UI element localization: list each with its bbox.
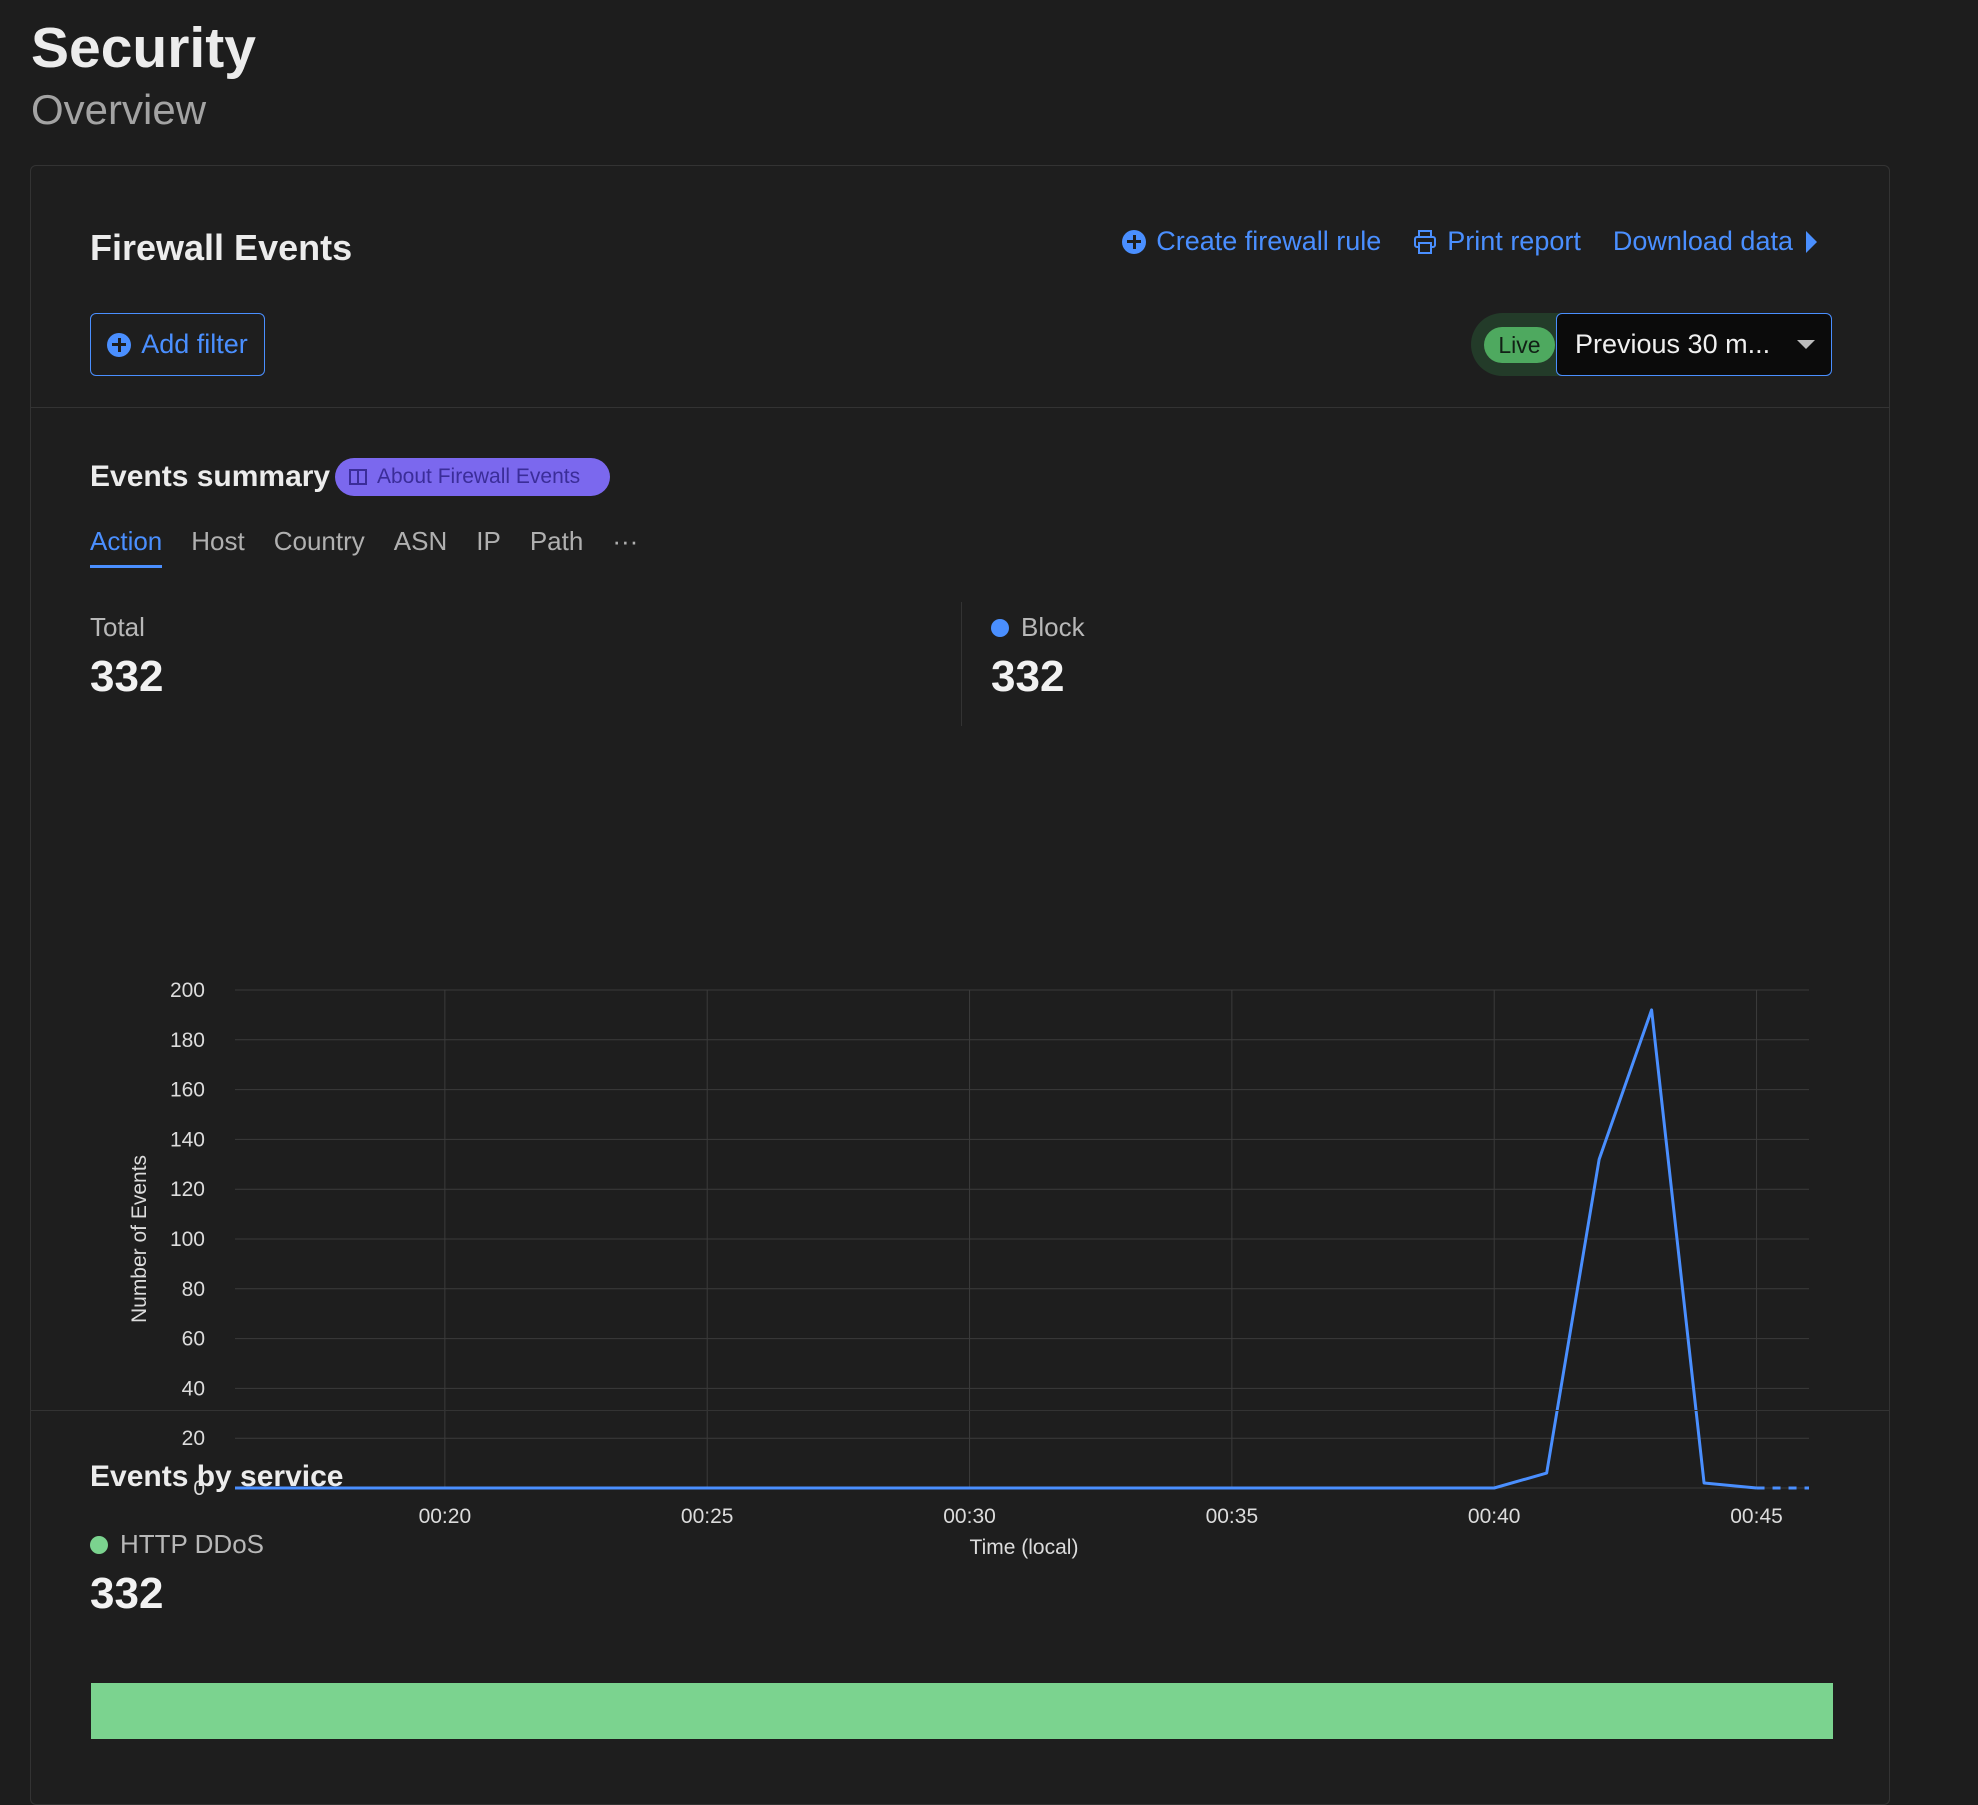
tab-path[interactable]: Path — [530, 526, 584, 568]
total-value: 332 — [90, 652, 164, 701]
y-tick-label: 20 — [182, 1427, 205, 1450]
y-tick-label: 160 — [170, 1079, 205, 1102]
service-label: HTTP DDoS — [120, 1529, 264, 1559]
y-tick-label: 100 — [170, 1228, 205, 1251]
firewall-events-card: Firewall Events Create firewall rule Pri… — [30, 165, 1890, 1805]
x-tick-label: 00:30 — [943, 1505, 996, 1528]
y-tick-label: 200 — [170, 979, 205, 1002]
events-line-chart: 02040608010012014016018020000:20 00:25 00:… — [128, 979, 1809, 1559]
caret-right-icon — [1806, 230, 1817, 253]
more-tabs-icon[interactable]: ··· — [612, 526, 638, 568]
download-data-label: Download data — [1612, 226, 1793, 256]
y-tick-label: 80 — [182, 1278, 205, 1301]
time-range-select[interactable]: Previous 30 m... — [1556, 313, 1832, 376]
block-dot-icon — [991, 618, 1009, 637]
y-tick-label: 140 — [170, 1128, 205, 1151]
y-tick-label: 180 — [170, 1029, 205, 1052]
events-by-service-title: Events by service — [90, 1460, 344, 1493]
plus-circle-icon — [107, 332, 132, 357]
download-data-link[interactable]: Download data — [1613, 226, 1819, 257]
card-title: Firewall Events — [90, 227, 353, 268]
about-firewall-events-link[interactable]: About Firewall Events — [335, 458, 610, 496]
x-tick-label: 00:20 — [419, 1505, 472, 1528]
create-firewall-rule-label: Create firewall rule — [1156, 226, 1382, 256]
page-title: Security — [31, 16, 256, 80]
live-badge[interactable]: Live — [1484, 327, 1555, 363]
divider — [31, 1410, 1889, 1411]
book-icon — [349, 469, 367, 485]
chevron-down-icon — [1797, 340, 1815, 349]
x-tick-label: 00:40 — [1468, 1505, 1521, 1528]
block-label: Block — [1021, 612, 1085, 642]
tab-asn[interactable]: ASN — [394, 526, 447, 568]
about-firewall-events-label: About Firewall Events — [377, 465, 581, 488]
divider — [31, 407, 1889, 408]
stat-divider — [961, 602, 962, 726]
print-report-label: Print report — [1447, 226, 1581, 256]
plus-circle-icon — [1122, 229, 1147, 254]
tab-country[interactable]: Country — [274, 526, 365, 568]
block-series-line — [235, 1008, 1757, 1490]
y-axis-title: Number of Events — [128, 1155, 151, 1323]
printer-icon — [1414, 229, 1437, 254]
y-tick-label: 60 — [182, 1328, 205, 1351]
service-dot-icon — [90, 1535, 108, 1554]
create-firewall-rule-link[interactable]: Create firewall rule — [1122, 226, 1381, 257]
print-report-link[interactable]: Print report — [1413, 226, 1581, 257]
service-value: 332 — [90, 1569, 164, 1618]
tab-action[interactable]: Action — [90, 526, 163, 568]
service-share-bar — [91, 1683, 1833, 1739]
x-tick-label: 00:35 — [1206, 1505, 1259, 1528]
x-axis-title: Time (local) — [970, 1536, 1079, 1559]
tab-host[interactable]: Host — [191, 526, 244, 568]
events-summary-title: Events summary — [90, 460, 331, 493]
y-tick-label: 120 — [170, 1178, 205, 1201]
tab-ip[interactable]: IP — [476, 526, 501, 568]
total-label: Total — [90, 612, 145, 642]
y-tick-label: 40 — [182, 1377, 205, 1400]
service-legend: HTTP DDoS — [90, 1529, 264, 1560]
time-range-value: Previous 30 m... — [1575, 329, 1771, 359]
add-filter-label: Add filter — [141, 329, 248, 359]
block-legend: Block — [991, 612, 1085, 643]
summary-tabs: Action Host Country ASN IP Path ··· — [90, 526, 638, 568]
add-filter-button[interactable]: Add filter — [90, 313, 265, 376]
block-value: 332 — [991, 652, 1065, 701]
x-tick-label: 00:45 — [1730, 1505, 1783, 1528]
card-actions: Create firewall rule Print report Downlo… — [1122, 226, 1819, 257]
page-subtitle: Overview — [31, 86, 207, 133]
x-tick-label: 00:25 — [681, 1505, 734, 1528]
